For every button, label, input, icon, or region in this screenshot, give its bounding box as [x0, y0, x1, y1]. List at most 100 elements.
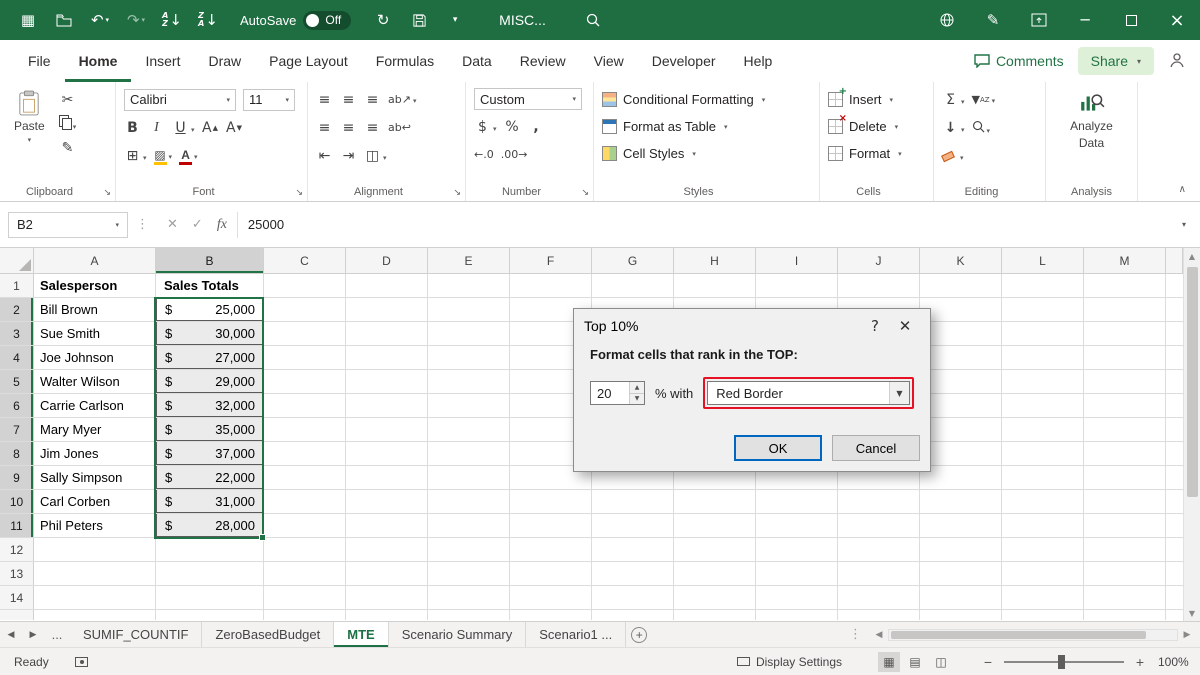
font-name-select[interactable]: Calibri▾: [124, 89, 236, 111]
row-header-12[interactable]: 12: [0, 538, 34, 561]
decrease-font-size-icon[interactable]: A▼: [226, 118, 243, 137]
search-icon[interactable]: [580, 6, 606, 34]
minimize-icon[interactable]: ─: [1062, 0, 1108, 40]
delete-cells-button[interactable]: × Delete▾: [828, 115, 925, 138]
cancel-entry-icon[interactable]: ✕: [167, 217, 178, 232]
decrease-decimal-icon[interactable]: .00→: [501, 145, 528, 164]
insert-cells-button[interactable]: + Insert▾: [828, 88, 925, 111]
formula-bar-grip[interactable]: ⋮: [136, 217, 149, 232]
analyze-data-button[interactable]: Analyze Data: [1054, 88, 1129, 152]
cut-icon[interactable]: ✂: [59, 90, 77, 109]
row-header-11[interactable]: 11: [0, 514, 34, 537]
spinner-up-icon[interactable]: ▲: [630, 382, 644, 394]
next-sheet-icon[interactable]: ▶: [22, 622, 44, 647]
sheet-tab-mte[interactable]: MTE: [334, 622, 388, 647]
row-header-9[interactable]: 9: [0, 466, 34, 489]
column-header-a[interactable]: A: [34, 248, 156, 274]
row-header-6[interactable]: 6: [0, 394, 34, 417]
column-header-f[interactable]: F: [510, 248, 592, 274]
format-painter-icon[interactable]: ✎: [59, 138, 77, 157]
row-header-8[interactable]: 8: [0, 442, 34, 465]
ribbon-display-options-icon[interactable]: [1016, 0, 1062, 40]
cell-a11[interactable]: Phil Peters: [34, 514, 156, 537]
cell-b1[interactable]: Sales Totals: [156, 274, 264, 297]
cancel-button[interactable]: Cancel: [832, 435, 920, 461]
expand-formula-bar-icon[interactable]: ▾: [1176, 220, 1192, 229]
cell-b12[interactable]: [156, 538, 264, 561]
cell-a13[interactable]: [34, 562, 156, 585]
empty-cells-row-14[interactable]: [264, 586, 1183, 609]
tab-developer[interactable]: Developer: [638, 40, 730, 82]
cell-a4[interactable]: Joe Johnson: [34, 346, 156, 369]
record-macro-icon[interactable]: [75, 657, 88, 667]
zoom-slider-thumb[interactable]: [1058, 655, 1065, 669]
bold-button[interactable]: B: [124, 118, 141, 137]
empty-cells-row-10[interactable]: [264, 490, 1183, 513]
column-header-l[interactable]: L: [1002, 248, 1084, 274]
italic-button[interactable]: I: [148, 118, 165, 137]
cell-styles-button[interactable]: Cell Styles▾: [602, 142, 811, 165]
name-box[interactable]: B2 ▾: [8, 212, 128, 238]
open-folder-icon[interactable]: [51, 6, 77, 34]
merge-center-icon[interactable]: ◫▾: [364, 146, 387, 165]
previous-sheet-icon[interactable]: ◀: [0, 622, 22, 647]
align-bottom-icon[interactable]: ≡: [364, 90, 381, 109]
scroll-down-icon[interactable]: ▼: [1184, 605, 1200, 621]
cell-b7[interactable]: $35,000: [156, 418, 264, 441]
decrease-indent-icon[interactable]: ⇤: [316, 146, 333, 165]
cell-b-partial[interactable]: [156, 610, 264, 620]
cell-b11[interactable]: $28,000: [156, 514, 264, 537]
tab-formulas[interactable]: Formulas: [362, 40, 448, 82]
empty-cells-row-11[interactable]: [264, 514, 1183, 537]
cell-b9[interactable]: $22,000: [156, 466, 264, 489]
zoom-out-button[interactable]: −: [980, 654, 996, 670]
spinner-down-icon[interactable]: ▼: [630, 394, 644, 405]
empty-cells-partial[interactable]: [264, 610, 1183, 620]
clipboard-dialog-launcher-icon[interactable]: ↘: [103, 188, 111, 198]
comments-button[interactable]: Comments: [974, 53, 1064, 69]
undo-icon[interactable]: ↶▾: [87, 6, 113, 34]
cell-b13[interactable]: [156, 562, 264, 585]
increase-decimal-icon[interactable]: ←.0: [474, 145, 494, 164]
cell-a12[interactable]: [34, 538, 156, 561]
zoom-in-button[interactable]: +: [1132, 654, 1148, 670]
conditional-formatting-button[interactable]: Conditional Formatting▾: [602, 88, 811, 111]
dialog-close-icon[interactable]: ✕: [890, 314, 920, 338]
font-size-select[interactable]: 11▾: [243, 89, 295, 111]
cell-a6[interactable]: Carrie Carlson: [34, 394, 156, 417]
cell-b14[interactable]: [156, 586, 264, 609]
align-left-icon[interactable]: ≡: [316, 118, 333, 137]
sheet-tab-scenario-summary[interactable]: Scenario Summary: [389, 622, 527, 647]
column-header-h[interactable]: H: [674, 248, 756, 274]
column-header-m[interactable]: M: [1084, 248, 1166, 274]
cell-a5[interactable]: Walter Wilson: [34, 370, 156, 393]
number-format-select[interactable]: Custom▾: [474, 88, 582, 110]
fill-icon[interactable]: ↓▾: [942, 118, 965, 137]
underline-button[interactable]: U▾: [172, 118, 195, 137]
collapse-ribbon-icon[interactable]: ∧: [1179, 184, 1186, 195]
sheet-view-icon[interactable]: [924, 0, 970, 40]
row-header-13[interactable]: 13: [0, 562, 34, 585]
page-break-view-icon[interactable]: ◫: [930, 652, 952, 672]
column-header-i[interactable]: I: [756, 248, 838, 274]
select-all-corner[interactable]: [0, 248, 34, 274]
copy-icon[interactable]: ▾: [59, 115, 77, 132]
sort-descending-icon[interactable]: ZA↓: [195, 6, 221, 34]
paste-button[interactable]: Paste ▾: [8, 88, 51, 183]
app-grid-icon[interactable]: ▦: [15, 6, 41, 34]
row-header-2[interactable]: 2: [0, 298, 34, 321]
row-header-4[interactable]: 4: [0, 346, 34, 369]
quick-access-chevron-icon[interactable]: ▾: [442, 6, 468, 34]
row-header-partial[interactable]: [0, 610, 34, 620]
more-sheets-indicator[interactable]: ...: [44, 622, 70, 647]
ok-button[interactable]: OK: [734, 435, 822, 461]
vertical-scroll-thumb[interactable]: [1187, 267, 1198, 497]
tab-splitter-handle[interactable]: ⋮: [841, 622, 870, 647]
format-cells-button[interactable]: Format▾: [828, 142, 925, 165]
sheet-tab-sumif-countif[interactable]: SUMIF_COUNTIF: [70, 622, 202, 647]
cell-a-partial[interactable]: [34, 610, 156, 620]
autosave-toggle[interactable]: AutoSave Off: [240, 11, 351, 30]
autosum-icon[interactable]: Σ▾: [942, 90, 965, 109]
row-header-3[interactable]: 3: [0, 322, 34, 345]
align-top-icon[interactable]: ≡: [316, 90, 333, 109]
